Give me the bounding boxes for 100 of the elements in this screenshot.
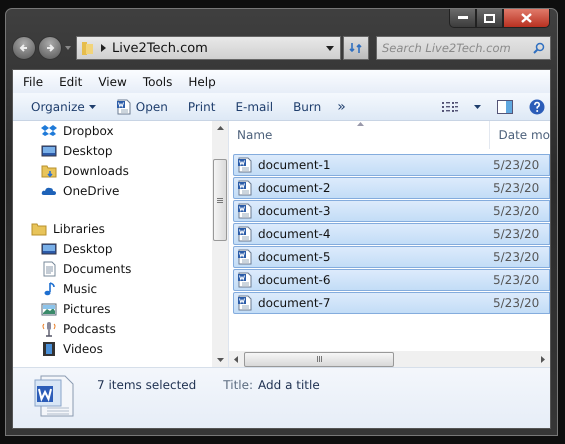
caret-icon — [326, 46, 334, 50]
menu-item[interactable]: Tools — [134, 74, 180, 88]
selection-summary: 7 items selected — [97, 378, 196, 392]
menu-item[interactable]: File — [15, 74, 52, 88]
file-name: document-1 — [258, 158, 331, 172]
folder-icon — [81, 40, 95, 56]
left-arrow-icon — [234, 356, 238, 362]
word-document-icon — [237, 226, 253, 242]
minimize-icon — [458, 16, 468, 20]
file-row[interactable]: document-1 5/23/20 — [233, 154, 550, 176]
word-document-icon — [237, 272, 253, 288]
toolbar-button[interactable]: Print — [178, 95, 226, 118]
file-row[interactable]: document-7 5/23/20 — [233, 292, 550, 314]
field-label: Title: — [223, 378, 254, 392]
folder-icon — [31, 221, 47, 237]
nav-item[interactable]: Desktop — [13, 239, 112, 259]
monitor-icon — [41, 143, 57, 159]
nav-item[interactable]: Videos — [13, 339, 103, 359]
up-arrow-icon — [216, 126, 224, 130]
scroll-thumb[interactable] — [244, 352, 394, 366]
right-arrow-icon — [541, 356, 545, 362]
horizontal-scrollbar[interactable] — [229, 351, 550, 367]
file-row[interactable]: document-4 5/23/20 — [233, 223, 550, 245]
back-button[interactable] — [12, 36, 36, 60]
file-row[interactable]: document-6 5/23/20 — [233, 269, 550, 291]
back-arrow-icon — [19, 43, 29, 53]
file-name: document-5 — [258, 250, 331, 264]
file-row[interactable]: document-5 5/23/20 — [233, 246, 550, 268]
dropbox-icon — [41, 123, 57, 139]
close-icon — [521, 13, 532, 23]
date-cell: 5/23/20 — [493, 227, 540, 241]
search-field[interactable]: Search Live2Tech.com — [376, 36, 551, 60]
file-name: document-4 — [258, 227, 331, 241]
toolbar-button[interactable]: E-mail — [225, 95, 284, 118]
nav-item[interactable]: Music — [13, 279, 98, 299]
nav-item[interactable]: Downloads — [13, 161, 129, 181]
pane-icon — [497, 100, 513, 114]
nav-item[interactable]: Documents — [13, 259, 132, 279]
toolbar-button[interactable]: Open — [106, 95, 178, 118]
menu-item[interactable]: Edit — [51, 74, 90, 88]
toolbar-button[interactable]: Organize — [21, 95, 106, 118]
file-name: document-7 — [258, 296, 331, 310]
toolbar-button[interactable]: Burn — [283, 95, 332, 118]
nav-item[interactable]: Pictures — [13, 299, 111, 319]
caret-icon — [88, 104, 96, 108]
date-cell: 5/23/20 — [493, 296, 540, 310]
menu-item[interactable]: Help — [180, 74, 224, 88]
file-name: document-2 — [258, 181, 331, 195]
refresh-button[interactable] — [343, 36, 369, 60]
minimize-button[interactable] — [449, 9, 476, 28]
close-button[interactable] — [503, 9, 550, 28]
scroll-thumb[interactable] — [213, 159, 227, 241]
help-icon — [529, 98, 545, 114]
grip-icon — [316, 356, 322, 362]
column-header[interactable]: Name — [229, 121, 490, 149]
word-document-icon — [237, 157, 253, 173]
word-document-icon — [237, 203, 253, 219]
vertical-scrollbar[interactable] — [212, 121, 228, 367]
refresh-arrows-icon — [349, 42, 363, 54]
file-row[interactable]: document-2 5/23/20 — [233, 177, 550, 199]
microphone-icon — [41, 321, 57, 337]
nav-item[interactable]: OneDrive — [13, 181, 120, 201]
file-name: document-3 — [258, 204, 331, 218]
monitor-icon — [41, 241, 57, 257]
date-cell: 5/23/20 — [493, 158, 540, 172]
folder-icon — [41, 163, 57, 179]
nav-item[interactable]: Desktop — [13, 141, 112, 161]
file-row[interactable]: document-3 5/23/20 — [233, 200, 550, 222]
word-document-icon — [237, 180, 253, 196]
list-view-icon — [442, 100, 458, 112]
picture-icon — [41, 301, 57, 317]
maximize-button[interactable] — [476, 9, 503, 28]
grip-icon — [217, 198, 223, 202]
date-cell: 5/23/20 — [493, 250, 540, 264]
column-header[interactable]: Date mo — [490, 121, 550, 149]
title-field[interactable]: Add a title — [258, 378, 320, 392]
file-name: document-6 — [258, 273, 331, 287]
nav-item[interactable]: Podcasts — [13, 319, 116, 339]
caret-icon — [474, 104, 481, 108]
nav-item[interactable]: Libraries — [13, 219, 105, 239]
search-icon — [533, 42, 545, 54]
down-arrow-icon — [216, 358, 224, 362]
forward-button[interactable] — [38, 36, 62, 60]
date-cell: 5/23/20 — [493, 273, 540, 287]
maximize-icon — [484, 14, 495, 22]
word-document-icon — [237, 295, 253, 311]
menu-item[interactable]: View — [90, 74, 135, 88]
more-commands-button[interactable]: » — [331, 95, 352, 118]
caret-icon — [65, 46, 71, 50]
word-document-icon — [237, 249, 253, 265]
nav-item[interactable]: Dropbox — [13, 121, 114, 141]
date-cell: 5/23/20 — [493, 181, 540, 195]
forward-arrow-icon — [45, 43, 55, 53]
date-cell: 5/23/20 — [493, 204, 540, 218]
address-bar[interactable]: Live2Tech.com — [76, 36, 341, 60]
address-text: Live2Tech.com — [112, 40, 209, 56]
sort-arrow-icon — [357, 122, 364, 126]
document-icon — [41, 261, 57, 277]
word-document-icon — [116, 98, 132, 114]
chevron-icon — [101, 44, 106, 52]
